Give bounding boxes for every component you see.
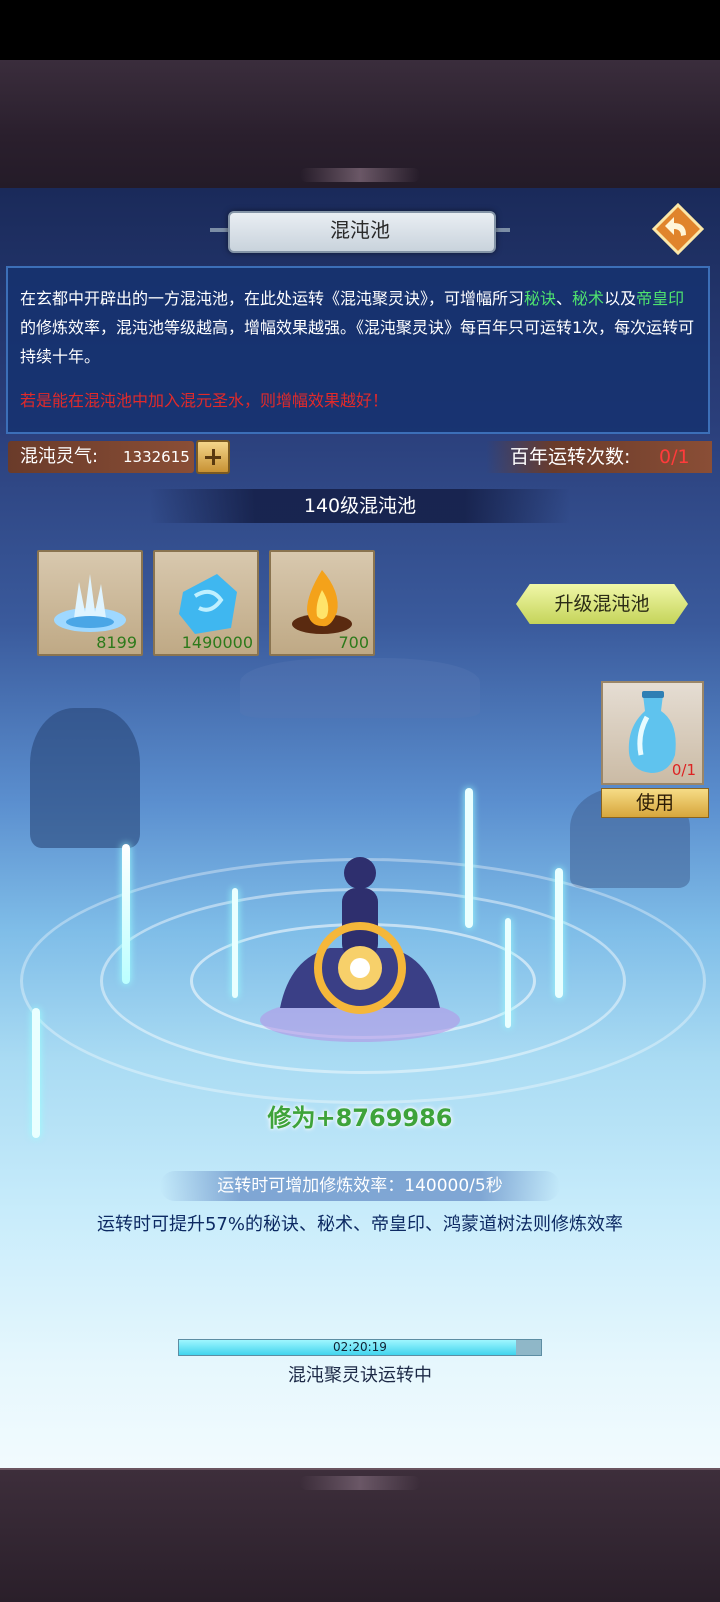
- run-count-value: 0/1: [659, 446, 690, 468]
- desc-part: 、: [556, 289, 573, 308]
- rune-pillar: [555, 868, 563, 998]
- material-count: 1490000: [181, 633, 253, 652]
- description-text: 在玄都中开辟出的一方混沌池，在此处运转《混沌聚灵诀》，可增幅所习秘诀、秘术以及帝…: [20, 284, 700, 371]
- palace-silhouette: [240, 658, 480, 718]
- highlight-dihuangyin: 帝皇印: [636, 289, 685, 308]
- warning-text: 若是能在混沌池中加入混元圣水，则增幅效果越好！: [20, 391, 389, 410]
- desc-part: 以及: [604, 289, 637, 308]
- page-title: 混沌池: [330, 218, 390, 242]
- run-count-label: 百年运转次数:: [510, 446, 631, 468]
- rune-pillar: [32, 1008, 40, 1138]
- progress-time: 02:20:19: [333, 1340, 387, 1354]
- mountain-left: [30, 708, 140, 848]
- desc-part: 在玄都中开辟出的一方混沌池，在此处运转《混沌聚灵诀》，可增幅所习: [20, 289, 525, 308]
- holy-water-count: 0/1: [671, 761, 696, 779]
- boost-description: 运转时可提升57%的秘诀、秘术、帝皇印、鸿蒙道树法则修炼效率: [96, 1214, 623, 1235]
- highlight-mishu: 秘术: [572, 289, 605, 308]
- efficiency-rate: 运转时可增加修炼效率：140000/5秒: [217, 1176, 503, 1196]
- lingqi-value: 1332615: [123, 448, 190, 466]
- holy-water-slot[interactable]: 0/1: [601, 681, 704, 785]
- cultivation-gain: 修为+8769986: [267, 1104, 453, 1132]
- material-slot[interactable]: 8199: [37, 550, 143, 656]
- top-frame: [0, 60, 720, 190]
- status-text: 混沌聚灵诀运转中: [288, 1365, 432, 1386]
- rune-pillar: [465, 788, 473, 928]
- back-arrow-icon[interactable]: [652, 203, 704, 255]
- upgrade-button-label[interactable]: 升级混沌池: [516, 584, 688, 624]
- rune-pillar: [505, 918, 511, 1028]
- desc-part: 的修炼效率，混沌池等级越高，增幅效果越强。《混沌聚灵诀》每百年只可运转1次，每次…: [20, 318, 695, 366]
- rune-pillar: [232, 888, 238, 998]
- use-button-label[interactable]: 使用: [601, 788, 709, 818]
- bottom-frame: [0, 1468, 720, 1602]
- add-lingqi-button[interactable]: [196, 440, 230, 474]
- material-slot[interactable]: 700: [269, 550, 375, 656]
- material-count: 700: [338, 633, 369, 652]
- highlight-miju: 秘诀: [524, 289, 557, 308]
- pool-level: 140级混沌池: [303, 495, 417, 517]
- rune-pillar: [122, 844, 130, 984]
- lingqi-label: 混沌灵气:: [20, 446, 99, 467]
- material-count: 8199: [96, 633, 137, 652]
- material-slot[interactable]: 1490000: [153, 550, 259, 656]
- meditating-figure: [260, 857, 460, 1042]
- status-bar: [0, 0, 720, 60]
